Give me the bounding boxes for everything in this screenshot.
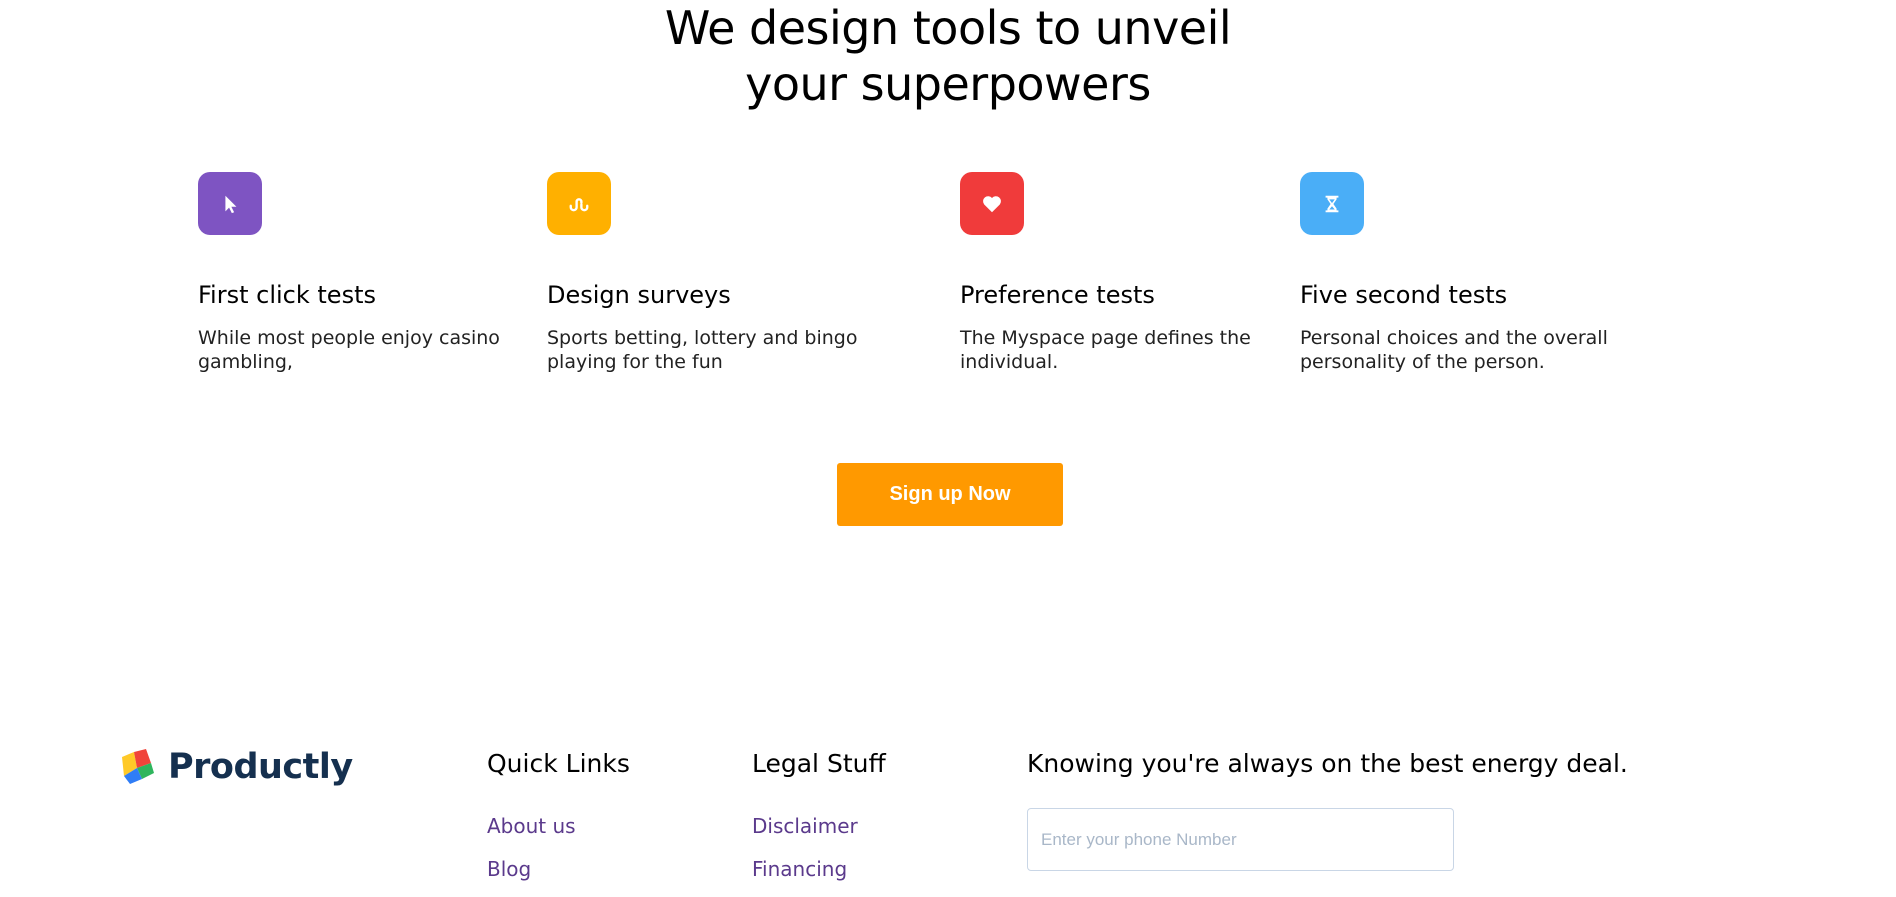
quick-links-column: Quick Links About us Blog	[487, 748, 630, 881]
feature-title: Design surveys	[547, 281, 731, 309]
newsletter-heading: Knowing you're always on the best energy…	[1027, 749, 1628, 778]
phone-number-input[interactable]	[1027, 808, 1454, 871]
feature-design-surveys: Design surveys Sports betting, lottery a…	[547, 172, 877, 374]
hero-title-line-1: We design tools to unveil	[664, 1, 1232, 55]
about-us-link[interactable]: About us	[487, 814, 630, 838]
feature-title: Five second tests	[1300, 281, 1508, 309]
legal-stuff-column: Legal Stuff Disclaimer Financing	[752, 748, 886, 881]
heart-icon	[960, 172, 1024, 235]
financing-link[interactable]: Financing	[752, 857, 886, 881]
brand-name: Productly	[168, 747, 353, 787]
cursor-icon	[198, 172, 262, 235]
hourglass-icon	[1300, 172, 1364, 235]
newsletter-section: Knowing you're always on the best energy…	[1027, 748, 1628, 871]
feature-description: The Myspace page defines the individual.	[960, 327, 1251, 373]
feature-five-second-tests: Five second tests Personal choices and t…	[1300, 172, 1630, 374]
brand-logo[interactable]: Productly	[116, 746, 353, 788]
feature-title: Preference tests	[960, 281, 1155, 309]
quick-links-heading: Quick Links	[487, 749, 630, 778]
feature-preference-tests: Preference tests The Myspace page define…	[960, 172, 1290, 374]
feature-first-click-tests: First click tests While most people enjo…	[198, 172, 528, 374]
stumbleupon-icon	[547, 172, 611, 235]
sign-up-button[interactable]: Sign up Now	[837, 463, 1063, 526]
productly-logo-icon	[122, 749, 154, 784]
feature-title: First click tests	[198, 281, 376, 309]
feature-description: Personal choices and the overall persona…	[1300, 327, 1608, 373]
hero-title-line-2: your superpowers	[745, 57, 1151, 111]
hero-title: We design tools to unveil your superpowe…	[0, 0, 1896, 112]
disclaimer-link[interactable]: Disclaimer	[752, 814, 886, 838]
feature-description: While most people enjoy casino gambling,	[198, 327, 500, 373]
blog-link[interactable]: Blog	[487, 857, 630, 881]
feature-description: Sports betting, lottery and bingo playin…	[547, 327, 858, 373]
legal-stuff-heading: Legal Stuff	[752, 749, 886, 778]
